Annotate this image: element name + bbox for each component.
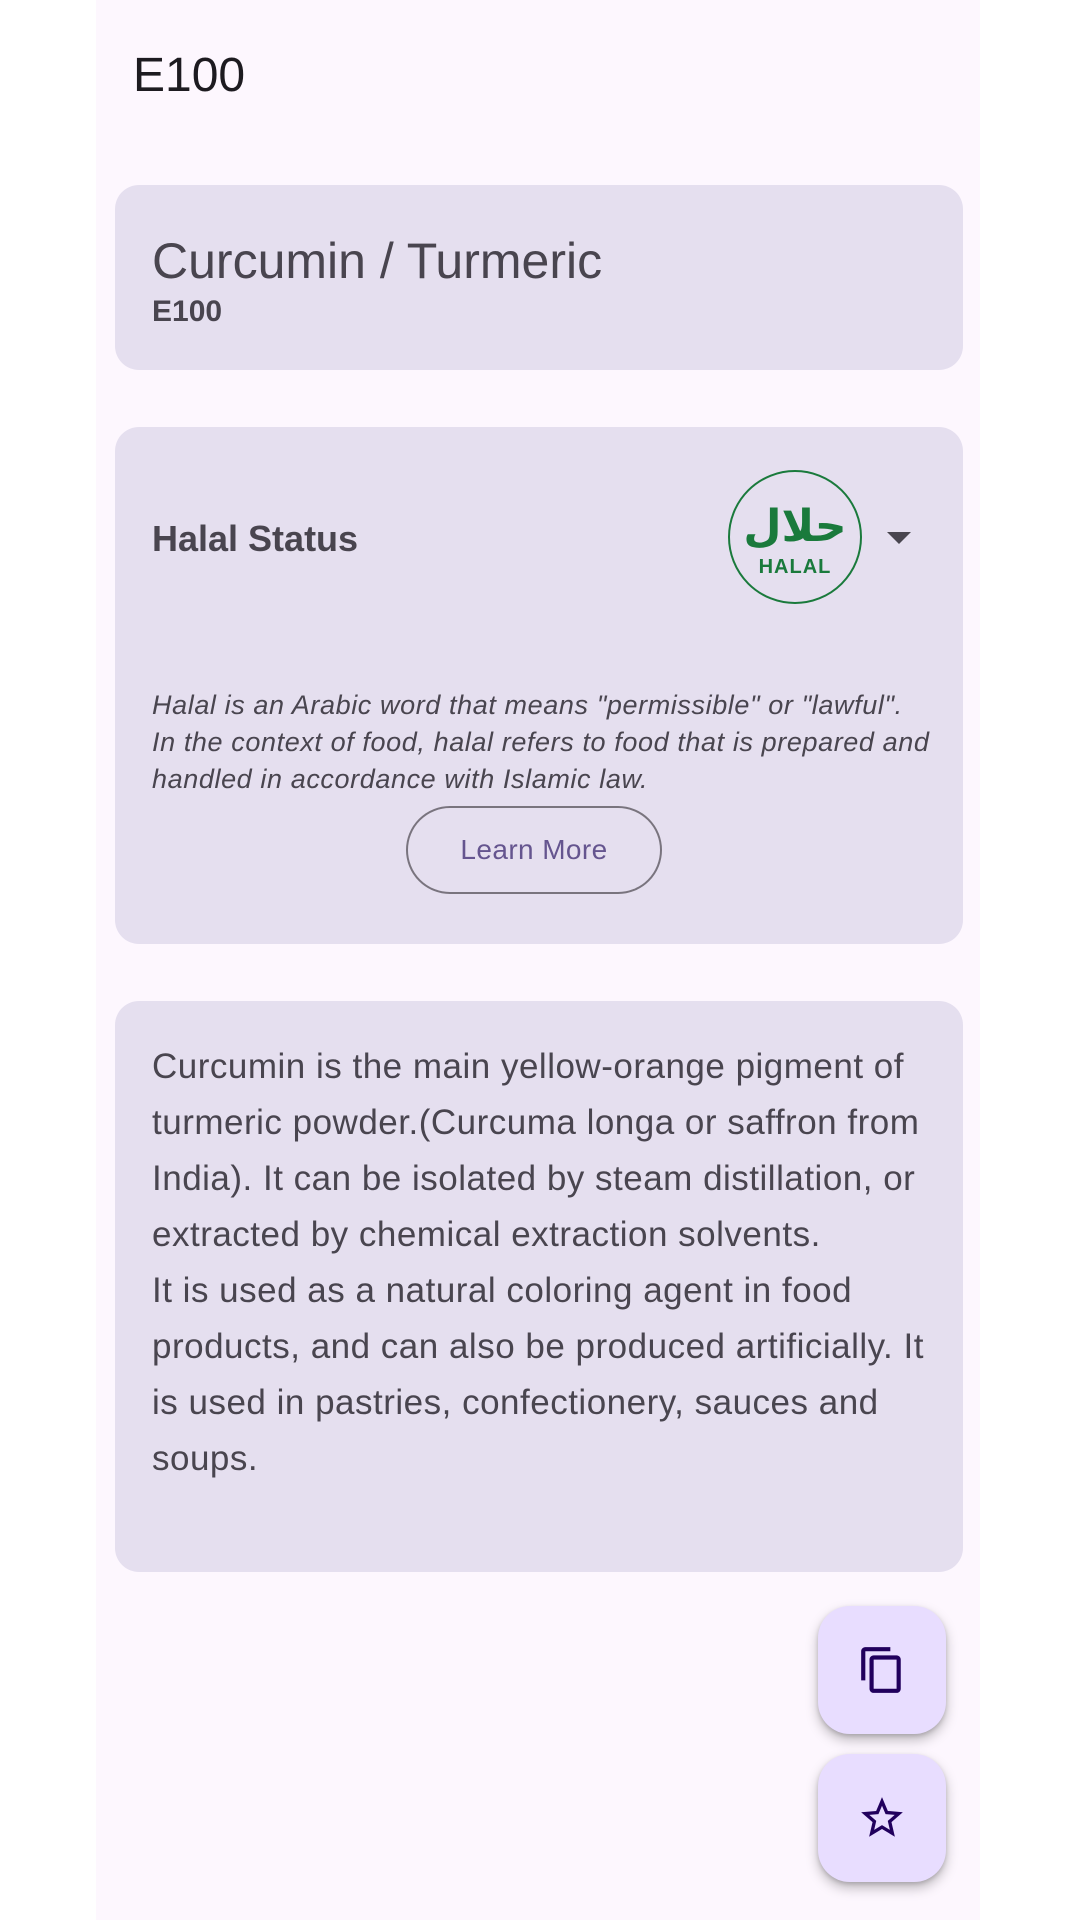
additive-name: Curcumin / Turmeric bbox=[152, 233, 603, 289]
copy-icon bbox=[861, 1647, 901, 1693]
halal-logo-arabic: حلال bbox=[743, 501, 846, 552]
halal-description: Halal is an Arabic word that means "perm… bbox=[152, 690, 930, 794]
favorite-button[interactable] bbox=[818, 1754, 946, 1882]
learn-more-button[interactable]: Learn More bbox=[406, 806, 662, 894]
halal-logo-text: HALAL bbox=[759, 556, 832, 578]
halal-status-title: Halal Status bbox=[152, 518, 359, 559]
additive-header-card: Curcumin / Turmeric E100 bbox=[115, 185, 963, 370]
app-bar-title: E100 bbox=[133, 49, 246, 102]
copy-button[interactable] bbox=[818, 1606, 946, 1734]
arrow-drop-down-icon[interactable] bbox=[883, 522, 915, 554]
star-outline-icon bbox=[861, 1797, 903, 1837]
halal-logo: حلال HALAL bbox=[727, 469, 863, 605]
additive-code: E100 bbox=[152, 295, 223, 328]
app-screen: E100 Curcumin / Turmeric E100 Halal Stat… bbox=[96, 0, 980, 1920]
halal-status-card: Halal Status حلال HALAL Halal is an Arab… bbox=[115, 427, 963, 944]
additive-description: Curcumin is the main yellow-orange pigme… bbox=[152, 1047, 924, 1478]
additive-description-card: Curcumin is the main yellow-orange pigme… bbox=[115, 1001, 963, 1572]
